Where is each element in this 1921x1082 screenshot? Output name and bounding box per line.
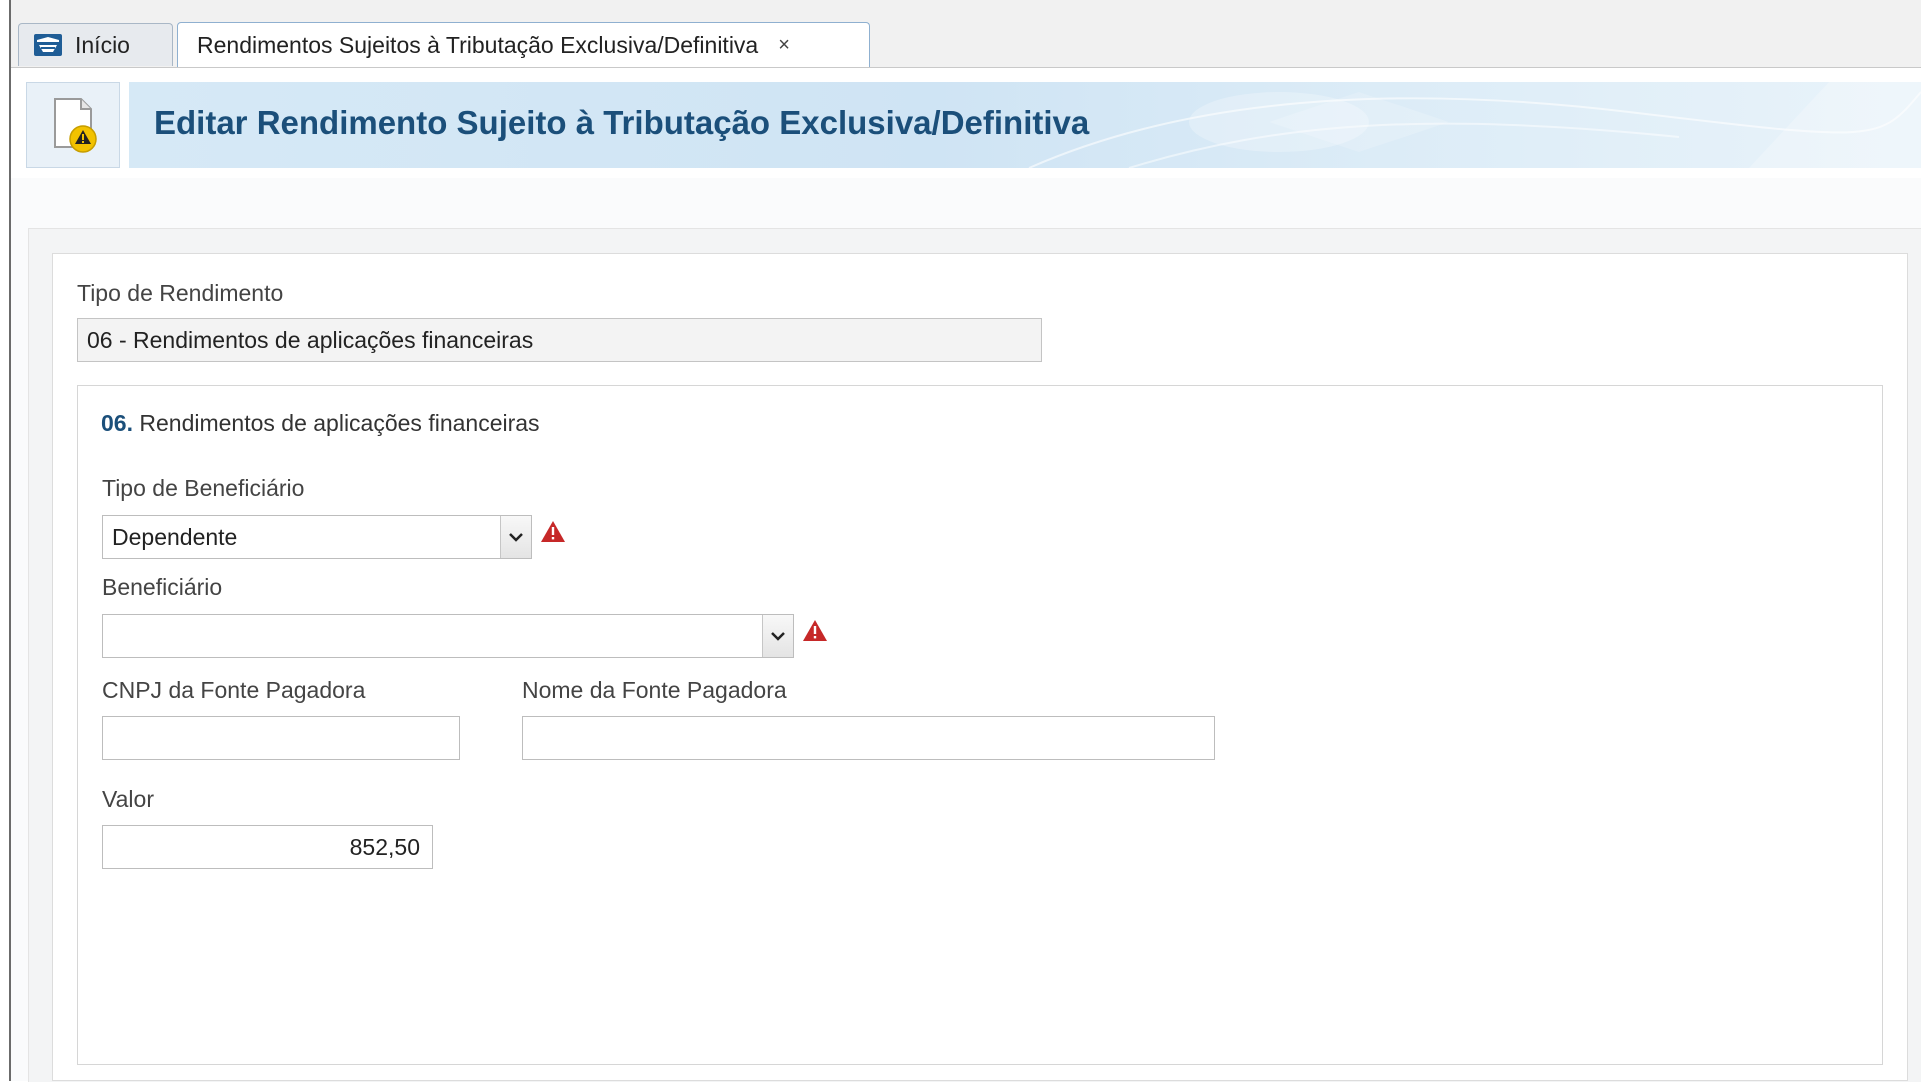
warning-icon (803, 620, 827, 641)
page-title: Editar Rendimento Sujeito à Tributação E… (154, 104, 1090, 141)
nome-fonte-label: Nome da Fonte Pagadora (522, 677, 787, 703)
beneficiario-label: Beneficiário (102, 574, 223, 600)
section-title: 06. Rendimentos de aplicações financeira… (101, 410, 540, 437)
beneficiario-select[interactable] (102, 614, 794, 658)
tipo-rendimento-field: 06 - Rendimentos de aplicações financeir… (77, 318, 1042, 362)
chevron-down-icon[interactable] (762, 615, 793, 657)
valor-input[interactable]: 852,50 (102, 825, 433, 869)
nome-fonte-input[interactable] (522, 716, 1215, 760)
tipo-rendimento-label: Tipo de Rendimento (77, 280, 284, 306)
window-top-strip (11, 0, 1921, 9)
receita-logo-icon (33, 33, 63, 57)
tab-inicio[interactable]: Início (18, 23, 173, 66)
tipo-beneficiario-select[interactable]: Dependente (102, 515, 532, 559)
cnpj-input[interactable] (102, 716, 460, 760)
chevron-down-icon[interactable] (500, 516, 531, 558)
tab-bar: Início Rendimentos Sujeitos à Tributação… (11, 9, 1921, 68)
section-code: 06. (101, 410, 133, 436)
tab-inicio-label: Início (75, 31, 130, 58)
header-icon-box (26, 82, 120, 168)
document-warning-icon (54, 98, 97, 153)
section-title-text: Rendimentos de aplicações financeiras (139, 410, 540, 436)
warning-icon (541, 521, 565, 542)
tipo-beneficiario-label: Tipo de Beneficiário (102, 475, 305, 501)
cnpj-label: CNPJ da Fonte Pagadora (102, 677, 366, 703)
close-tab-icon[interactable]: × (778, 34, 790, 57)
tab-rendimentos-label: Rendimentos Sujeitos à Tributação Exclus… (197, 31, 759, 58)
tipo-beneficiario-value: Dependente (112, 523, 238, 550)
valor-label: Valor (102, 786, 154, 812)
header-banner: Editar Rendimento Sujeito à Tributação E… (129, 82, 1921, 168)
tab-rendimentos-exclusivos[interactable]: Rendimentos Sujeitos à Tributação Exclus… (177, 22, 870, 67)
